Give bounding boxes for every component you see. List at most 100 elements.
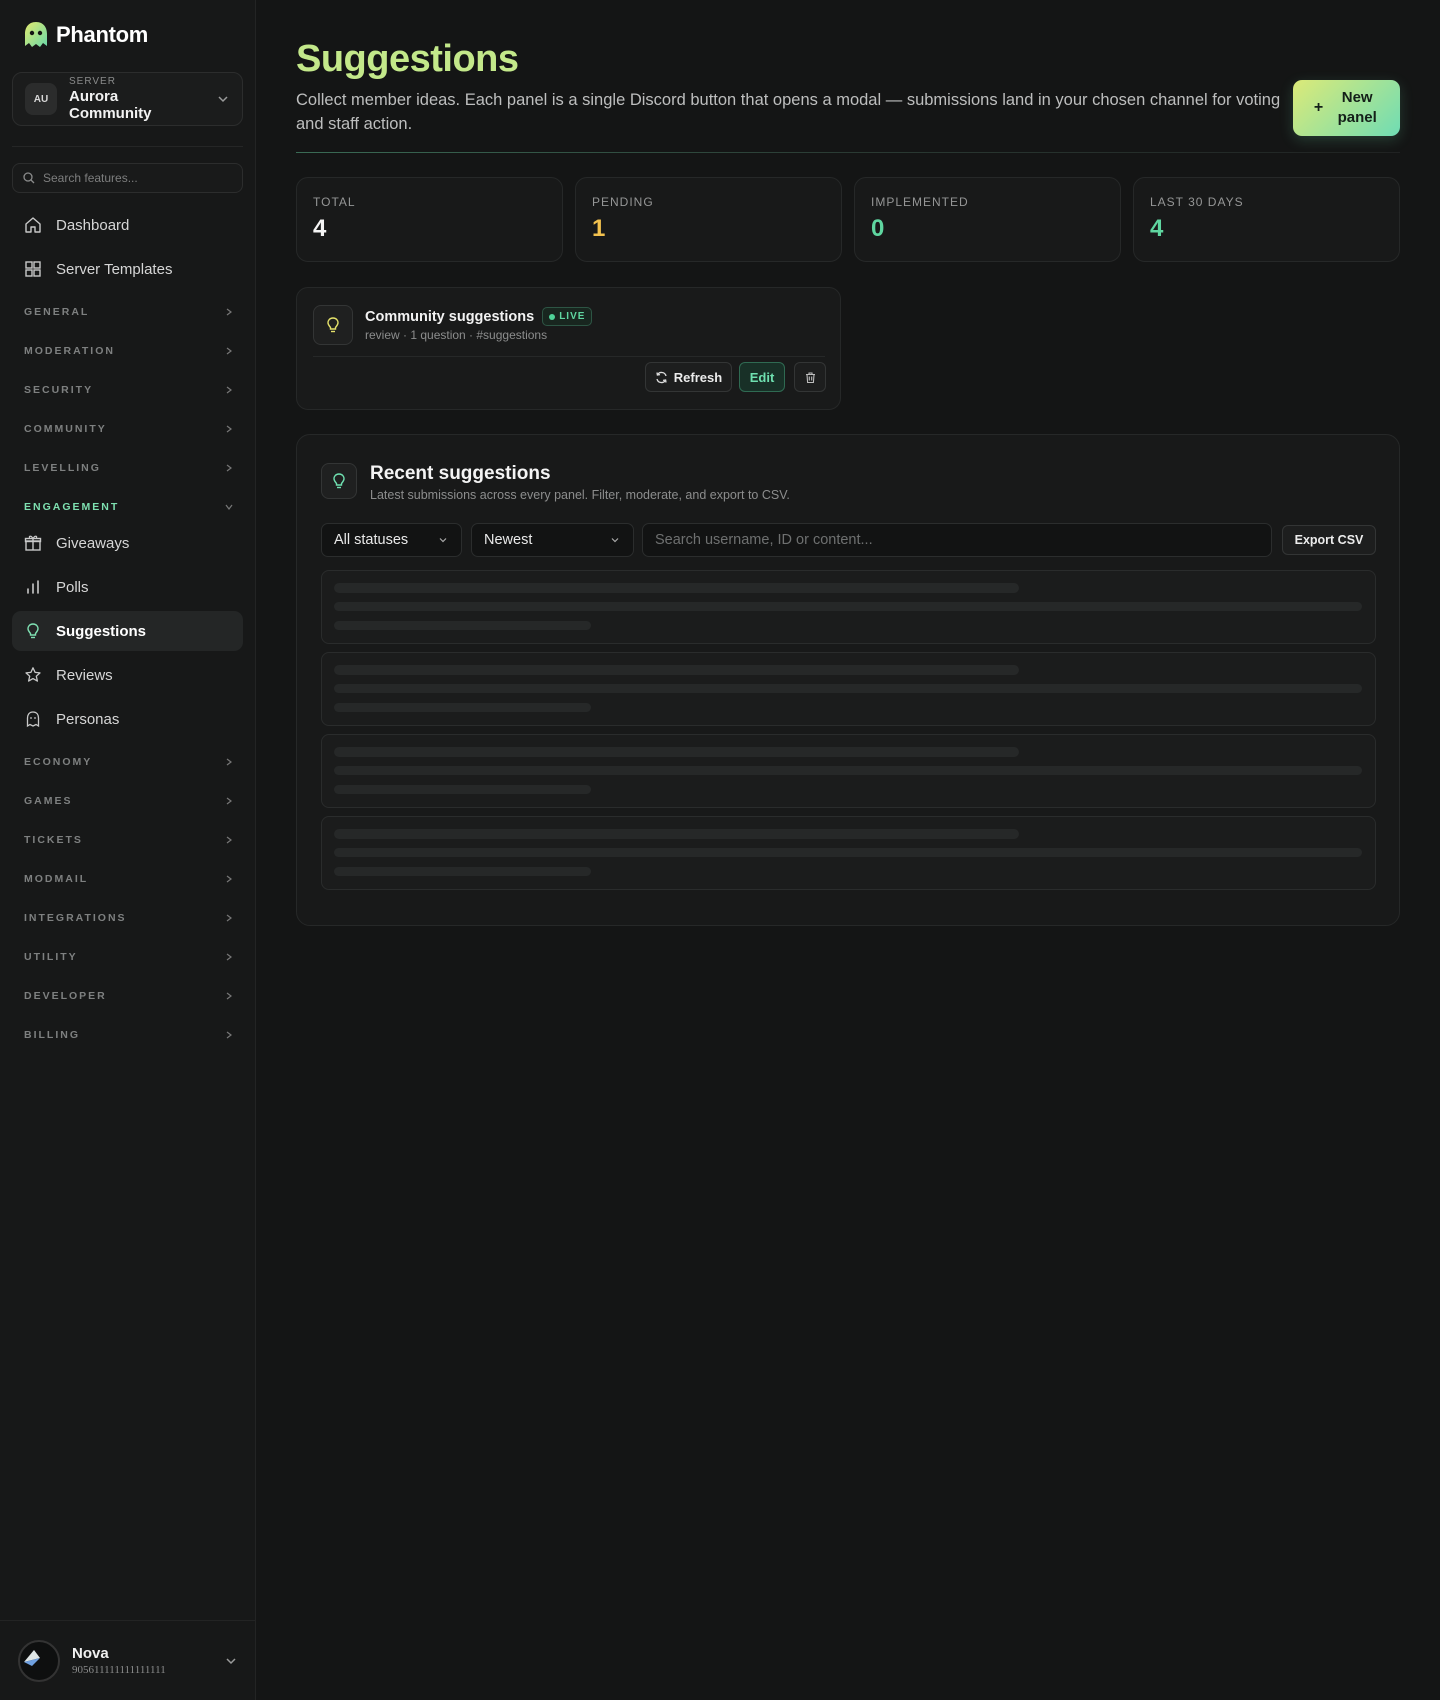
sidebar-item-dashboard[interactable]: Dashboard xyxy=(12,205,243,245)
section-engagement[interactable]: ENGAGEMENT xyxy=(24,499,234,515)
suggestion-search-input[interactable] xyxy=(642,523,1272,557)
new-panel-label: New panel xyxy=(1337,89,1377,126)
sidebar-item-label: Suggestions xyxy=(56,622,147,640)
section-security[interactable]: SECURITY xyxy=(24,382,234,398)
ghost-icon xyxy=(26,711,40,728)
section-label: MODERATION xyxy=(24,345,115,357)
chevron-right-icon xyxy=(226,425,232,433)
bar-chart-icon xyxy=(27,580,39,594)
section-integrations[interactable]: INTEGRATIONS xyxy=(24,910,234,926)
chevron-right-icon xyxy=(226,464,232,472)
sidebar-item-label: Dashboard xyxy=(56,216,130,234)
recent-suggestions-card: Recent suggestions Latest submissions ac… xyxy=(296,434,1400,926)
section-developer[interactable]: DEVELOPER xyxy=(24,988,234,1004)
skeleton-line xyxy=(334,747,1019,757)
user-name: Nova xyxy=(72,1644,109,1662)
chevron-right-icon xyxy=(226,953,232,961)
server-caption: SERVER xyxy=(69,76,116,87)
recent-icon xyxy=(321,463,357,499)
skeleton-line xyxy=(334,583,1019,593)
section-modmail[interactable]: MODMAIL xyxy=(24,871,234,887)
panel-card: Community suggestions LIVE review · 1 qu… xyxy=(296,287,841,410)
brand[interactable]: Phantom xyxy=(22,20,148,50)
refresh-icon xyxy=(656,371,667,383)
loading-skeleton-row xyxy=(321,570,1376,644)
section-games[interactable]: GAMES xyxy=(24,793,234,809)
skeleton-line xyxy=(334,785,591,794)
sidebar-item-label: Giveaways xyxy=(56,534,130,552)
stat-card-implemented: IMPLEMENTED 0 xyxy=(854,177,1121,262)
loading-skeleton-row xyxy=(321,816,1376,890)
stat-label: LAST 30 DAYS xyxy=(1150,195,1244,209)
refresh-button[interactable]: Refresh xyxy=(645,362,732,392)
section-label: UTILITY xyxy=(24,951,78,963)
gift-icon xyxy=(24,535,42,551)
section-label: ENGAGEMENT xyxy=(24,501,120,513)
export-csv-button[interactable]: Export CSV xyxy=(1282,525,1376,555)
stat-label: PENDING xyxy=(592,195,654,209)
server-selector[interactable]: AU SERVER Aurora Community xyxy=(12,72,243,126)
sort-select[interactable]: Newest xyxy=(471,523,634,557)
sidebar-item-polls[interactable]: Polls xyxy=(12,567,243,607)
section-label: TICKETS xyxy=(24,834,83,846)
sidebar-item-label: Reviews xyxy=(56,666,113,684)
stat-value: 1 xyxy=(592,215,606,242)
sort-value: Newest xyxy=(484,532,533,548)
status-filter-value: All statuses xyxy=(334,532,409,548)
panel-name: Community suggestions xyxy=(365,308,535,325)
brand-name: Phantom xyxy=(56,22,149,47)
section-tickets[interactable]: TICKETS xyxy=(24,832,234,848)
chevron-down-icon xyxy=(218,96,228,103)
section-subtitle: Latest submissions across every panel. F… xyxy=(370,488,790,502)
skeleton-line xyxy=(334,684,1362,693)
section-label: INTEGRATIONS xyxy=(24,912,127,924)
section-label: GENERAL xyxy=(24,306,90,318)
section-community[interactable]: COMMUNITY xyxy=(24,421,234,437)
section-levelling[interactable]: LEVELLING xyxy=(24,460,234,476)
chevron-right-icon xyxy=(226,875,232,883)
server-name: Aurora Community xyxy=(69,87,152,122)
skeleton-line xyxy=(334,829,1019,839)
stat-card-last-30-days: LAST 30 DAYS 4 xyxy=(1133,177,1400,262)
user-id: 905611111111111111 xyxy=(72,1664,166,1677)
section-label: GAMES xyxy=(24,795,73,807)
status-badge: LIVE xyxy=(542,307,593,326)
stat-label: TOTAL xyxy=(313,195,356,209)
sidebar-item-label: Personas xyxy=(56,710,120,728)
section-utility[interactable]: UTILITY xyxy=(24,949,234,965)
feature-search-placeholder: Search features... xyxy=(43,171,138,185)
sidebar-item-giveaways[interactable]: Giveaways xyxy=(12,523,243,563)
chevron-right-icon xyxy=(226,347,232,355)
chevron-right-icon xyxy=(226,836,232,844)
section-general[interactable]: GENERAL xyxy=(24,304,234,320)
section-label: DEVELOPER xyxy=(24,990,107,1002)
section-title: Recent suggestions xyxy=(370,463,551,484)
delete-button[interactable] xyxy=(794,362,826,392)
stat-value: 0 xyxy=(871,215,885,242)
lightbulb-icon xyxy=(27,623,39,639)
edit-button[interactable]: Edit xyxy=(739,362,785,392)
new-panel-button[interactable]: + New panel xyxy=(1293,80,1400,136)
loading-skeleton-row xyxy=(321,652,1376,726)
status-filter-select[interactable]: All statuses xyxy=(321,523,462,557)
section-economy[interactable]: ECONOMY xyxy=(24,754,234,770)
sidebar-item-personas[interactable]: Personas xyxy=(12,699,243,739)
chevron-right-icon xyxy=(226,1031,232,1039)
section-label: MODMAIL xyxy=(24,873,89,885)
skeleton-line xyxy=(334,703,591,712)
chevron-down-icon xyxy=(439,538,447,543)
section-moderation[interactable]: MODERATION xyxy=(24,343,234,359)
user-menu[interactable]: Nova 905611111111111111 xyxy=(0,1620,256,1700)
feature-search[interactable]: Search features... xyxy=(12,163,243,193)
skeleton-line xyxy=(334,867,591,876)
sidebar-item-reviews[interactable]: Reviews xyxy=(12,655,243,695)
chevron-right-icon xyxy=(226,308,232,316)
section-billing[interactable]: BILLING xyxy=(24,1027,234,1043)
sidebar-item-suggestions[interactable]: Suggestions xyxy=(12,611,243,651)
stat-card-total: TOTAL 4 xyxy=(296,177,563,262)
star-icon xyxy=(25,667,41,682)
sidebar-item-server-templates[interactable]: Server Templates xyxy=(12,249,243,289)
refresh-label: Refresh xyxy=(673,369,723,385)
chevron-right-icon xyxy=(226,758,232,766)
chevron-down-icon xyxy=(225,504,233,510)
